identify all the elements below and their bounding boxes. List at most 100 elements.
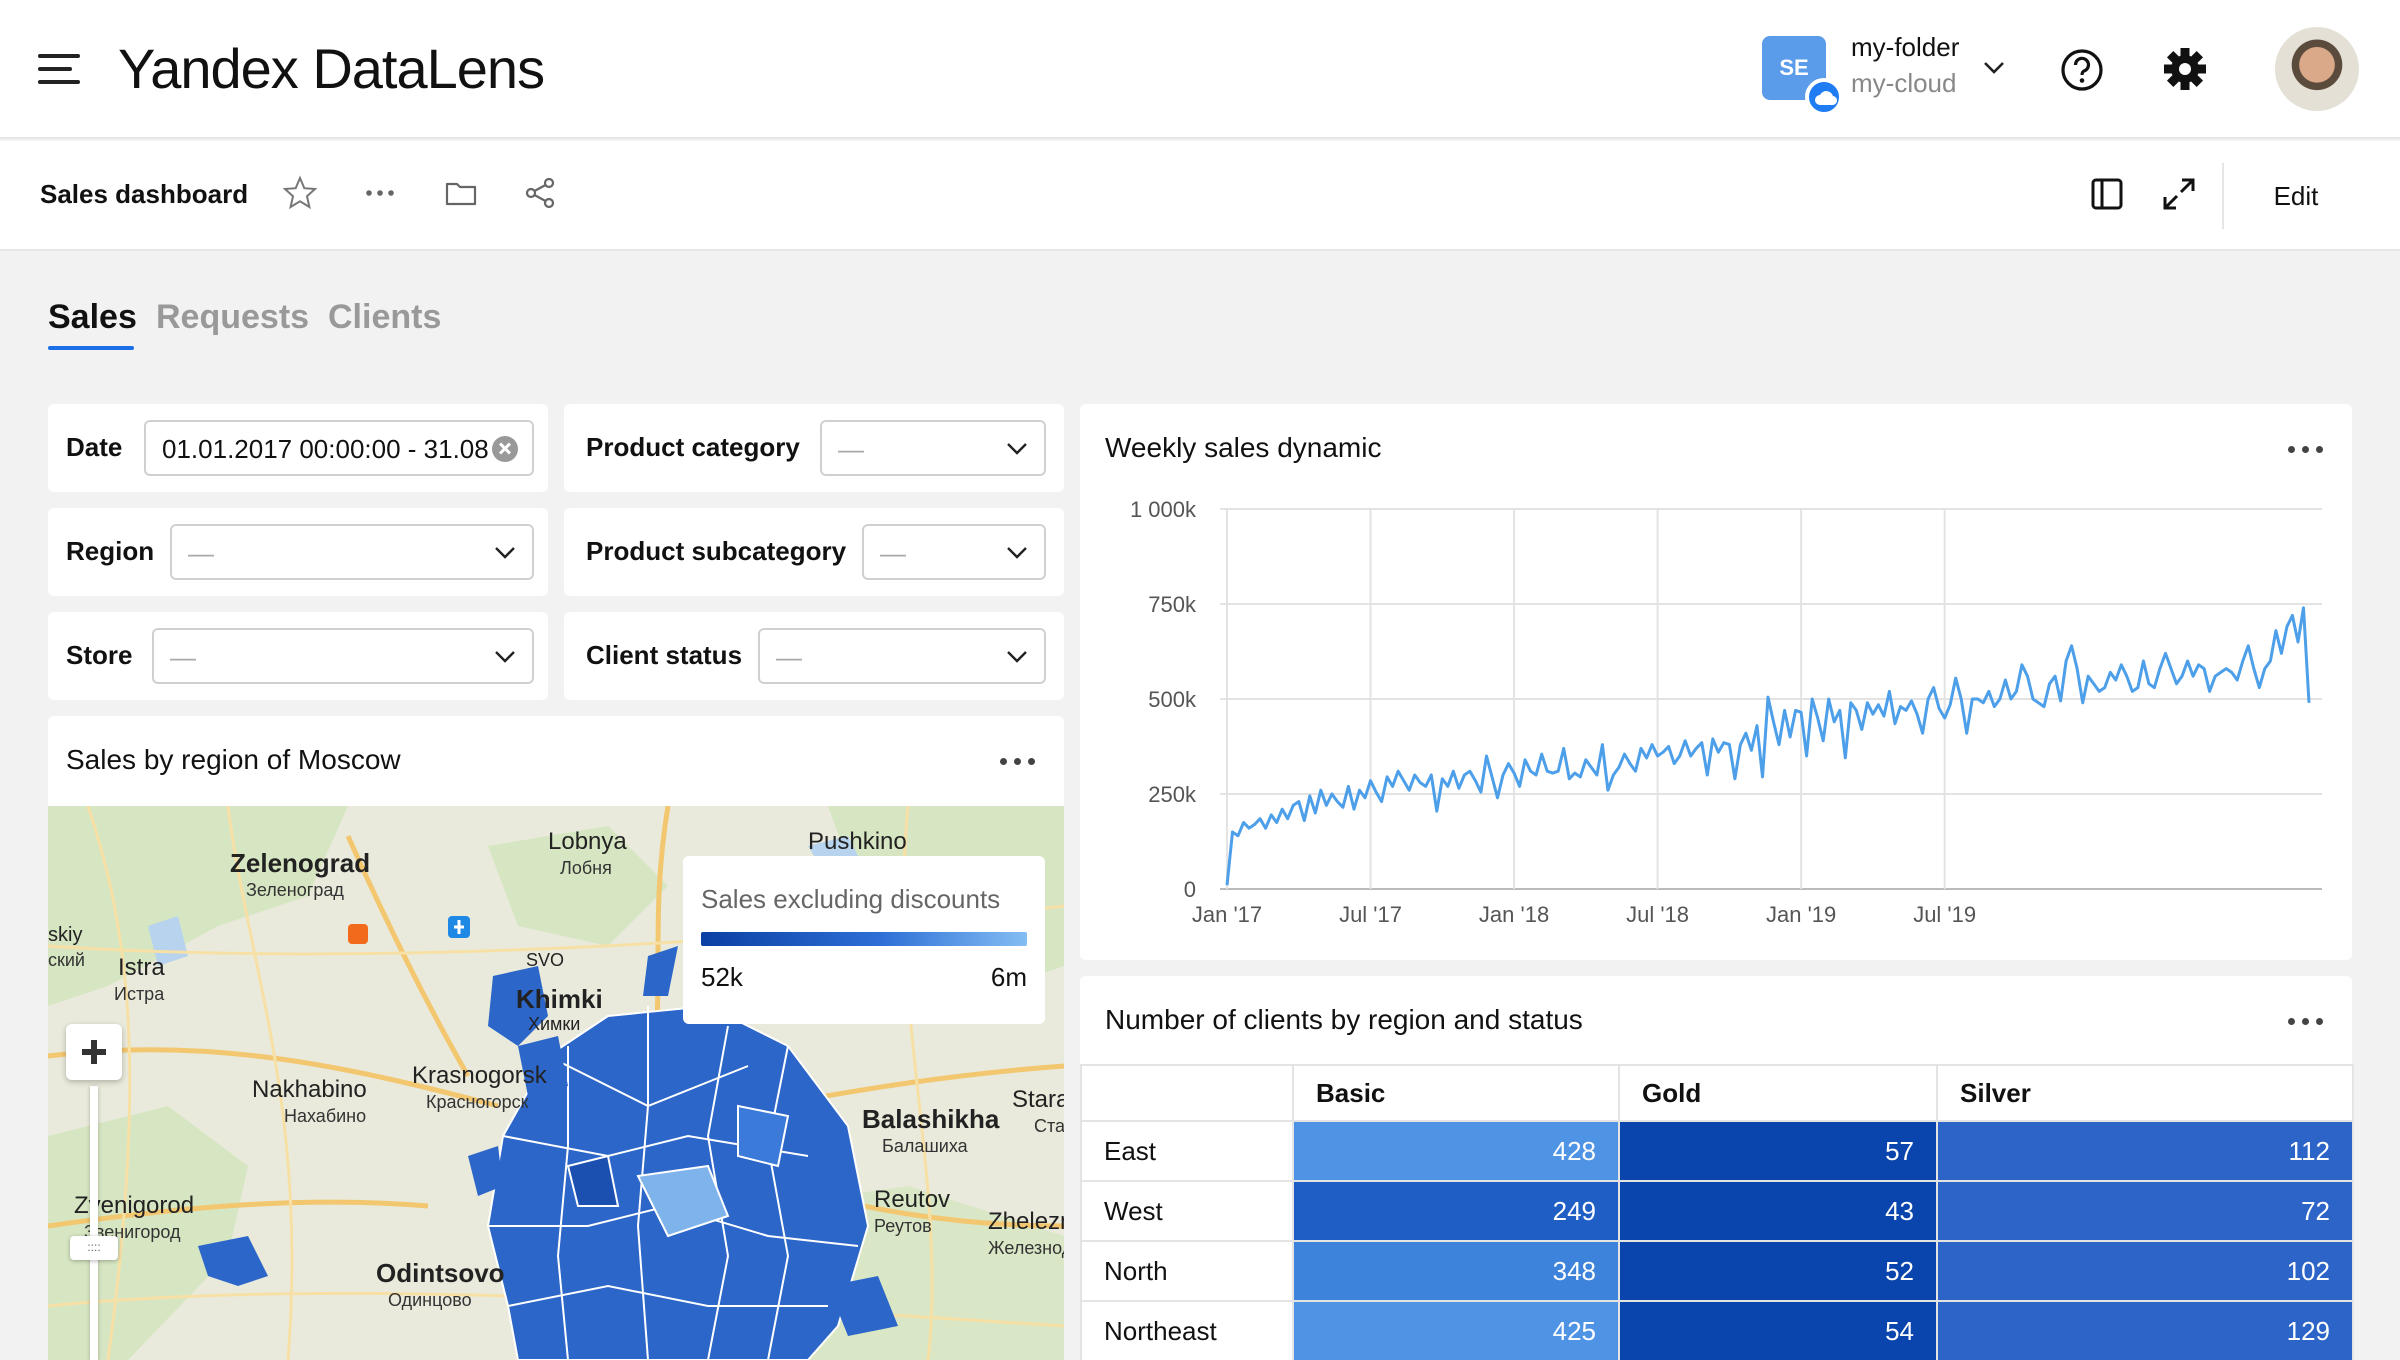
clear-icon[interactable] <box>492 436 518 462</box>
date-range-value: 01.01.2017 00:00:00 - 31.08 <box>162 434 489 464</box>
column-header[interactable] <box>1080 1064 1294 1122</box>
row-label: East <box>1080 1120 1294 1182</box>
help-icon[interactable] <box>2060 48 2104 92</box>
map-label-skiy: skiy <box>48 924 83 946</box>
map-label-stara: Stara <box>1012 1086 1064 1113</box>
store-label: Store <box>66 640 133 670</box>
series-line <box>1225 606 2311 886</box>
more-icon[interactable] <box>2288 1016 2324 1028</box>
product-subcategory-value: — <box>880 538 906 568</box>
table-cell: 428 <box>1292 1120 1620 1182</box>
chevron-down-icon <box>495 547 515 559</box>
table-cell: 129 <box>1936 1300 2354 1360</box>
product-subcategory-selector-widget: Product subcategory — <box>564 508 1064 596</box>
row-label: Northeast <box>1080 1300 1294 1360</box>
row-label: West <box>1080 1180 1294 1242</box>
column-header-basic[interactable]: Basic <box>1292 1064 1620 1122</box>
x-tick-label: Jul '18 <box>1626 902 1689 927</box>
map-widget-title: Sales by region of Moscow <box>66 744 401 775</box>
table-widget-title: Number of clients by region and status <box>1105 1004 1583 1035</box>
product-category-selector-widget: Product category — <box>564 404 1064 492</box>
table-cell: 425 <box>1292 1300 1620 1360</box>
client-status-select[interactable]: — <box>758 628 1046 684</box>
zoom-in-button[interactable] <box>66 1024 122 1080</box>
brand-light: DataLens <box>312 37 545 100</box>
date-range-input[interactable]: 01.01.2017 00:00:00 - 31.08 <box>144 420 534 476</box>
chevron-down-icon[interactable] <box>1982 60 2006 76</box>
date-selector-widget: Date 01.01.2017 00:00:00 - 31.08 <box>48 404 548 492</box>
tab-requests[interactable]: Requests <box>156 298 309 337</box>
cloud-name[interactable]: my-cloud <box>1851 68 1956 99</box>
tab-sales[interactable]: Sales <box>48 298 137 337</box>
table-row: East 428 57 112 <box>1080 1120 2354 1182</box>
folder-icon[interactable] <box>443 175 479 211</box>
zoom-slider-track[interactable] <box>90 1086 98 1360</box>
chevron-down-icon <box>1007 547 1027 559</box>
fullscreen-icon[interactable] <box>2160 175 2198 213</box>
y-tick-label: 750k <box>1148 592 1197 617</box>
settings-gear-icon[interactable] <box>2162 46 2208 92</box>
client-status-value: — <box>776 642 802 672</box>
table-cell: 52 <box>1618 1240 1938 1302</box>
map-label-krasnogorsk: Krasnogorsk <box>412 1062 547 1089</box>
dashboard-title: Sales dashboard <box>40 179 249 209</box>
store-selector-widget: Store — <box>48 612 548 700</box>
brand-bold: Yandex <box>118 37 299 100</box>
y-tick-label: 500k <box>1148 687 1197 712</box>
menu-icon[interactable] <box>38 54 80 84</box>
product-category-label: Product category <box>586 432 800 462</box>
edit-button[interactable]: Edit <box>2240 171 2352 221</box>
cloud-icon <box>1805 78 1843 116</box>
table-cell: 57 <box>1618 1120 1938 1182</box>
user-avatar[interactable] <box>2275 27 2359 111</box>
map-sublabel-balashikha: Балашиха <box>882 1136 968 1156</box>
x-tick-label: Jul '17 <box>1339 902 1402 927</box>
map-label-pushkino: Pushkino <box>808 828 907 855</box>
table-cell: 112 <box>1936 1120 2354 1182</box>
active-tab-indicator <box>48 346 134 350</box>
share-icon[interactable] <box>522 175 558 211</box>
star-icon[interactable] <box>282 175 318 211</box>
map-label-zelenograd: Zelenograd <box>230 848 371 878</box>
y-tick-label: 1 000k <box>1130 497 1197 522</box>
x-tick-label: Jan '18 <box>1479 902 1549 927</box>
app-logo[interactable]: Yandex DataLens <box>118 34 545 104</box>
chevron-down-icon <box>1007 443 1027 455</box>
map-sublabel-odintsovo: Одинцово <box>388 1290 472 1310</box>
table-cell: 249 <box>1292 1180 1620 1242</box>
table-cell: 43 <box>1618 1180 1938 1242</box>
folder-name[interactable]: my-folder <box>1851 32 1959 63</box>
product-category-value: — <box>838 434 864 464</box>
region-selector-widget: Region — <box>48 508 548 596</box>
more-icon[interactable] <box>362 175 398 211</box>
region-select[interactable]: — <box>170 524 534 580</box>
region-value: — <box>188 538 214 568</box>
client-status-label: Client status <box>586 640 743 670</box>
map-sublabel-nakhabino: Нахабино <box>284 1106 367 1126</box>
map-label-zheleznodorozhny: Zheleznodorozhny <box>988 1208 1064 1235</box>
map-label-istra: Istra <box>118 954 165 981</box>
table-row: Northeast 425 54 129 <box>1080 1300 2354 1360</box>
row-label: North <box>1080 1240 1294 1302</box>
column-header-silver[interactable]: Silver <box>1936 1064 2354 1122</box>
y-tick-label: 250k <box>1148 782 1197 807</box>
zoom-slider-handle[interactable]: :::: <box>70 1236 118 1260</box>
tab-clients[interactable]: Clients <box>328 298 441 337</box>
sidebar-toggle-icon[interactable] <box>2088 175 2126 213</box>
product-subcategory-select[interactable]: — <box>862 524 1046 580</box>
map-sublabel-skiy: ский <box>48 950 85 970</box>
map-label-balashikha: Balashikha <box>862 1104 1000 1134</box>
more-icon[interactable] <box>1000 756 1036 768</box>
table-row: West 249 43 72 <box>1080 1180 2354 1242</box>
clients-pivot-table: Basic Gold Silver East 428 57 112 West 2… <box>1080 1064 2354 1360</box>
legend-min-value: 52k <box>701 962 743 992</box>
product-category-select[interactable]: — <box>820 420 1046 476</box>
client-status-selector-widget: Client status — <box>564 612 1064 700</box>
map-label-reutov: Reutov <box>874 1186 951 1213</box>
chevron-down-icon <box>1007 651 1027 663</box>
x-tick-label: Jan '19 <box>1766 902 1836 927</box>
column-header-gold[interactable]: Gold <box>1618 1064 1938 1122</box>
store-select[interactable]: — <box>152 628 534 684</box>
x-tick-label: Jul '19 <box>1913 902 1976 927</box>
date-label: Date <box>66 432 123 462</box>
